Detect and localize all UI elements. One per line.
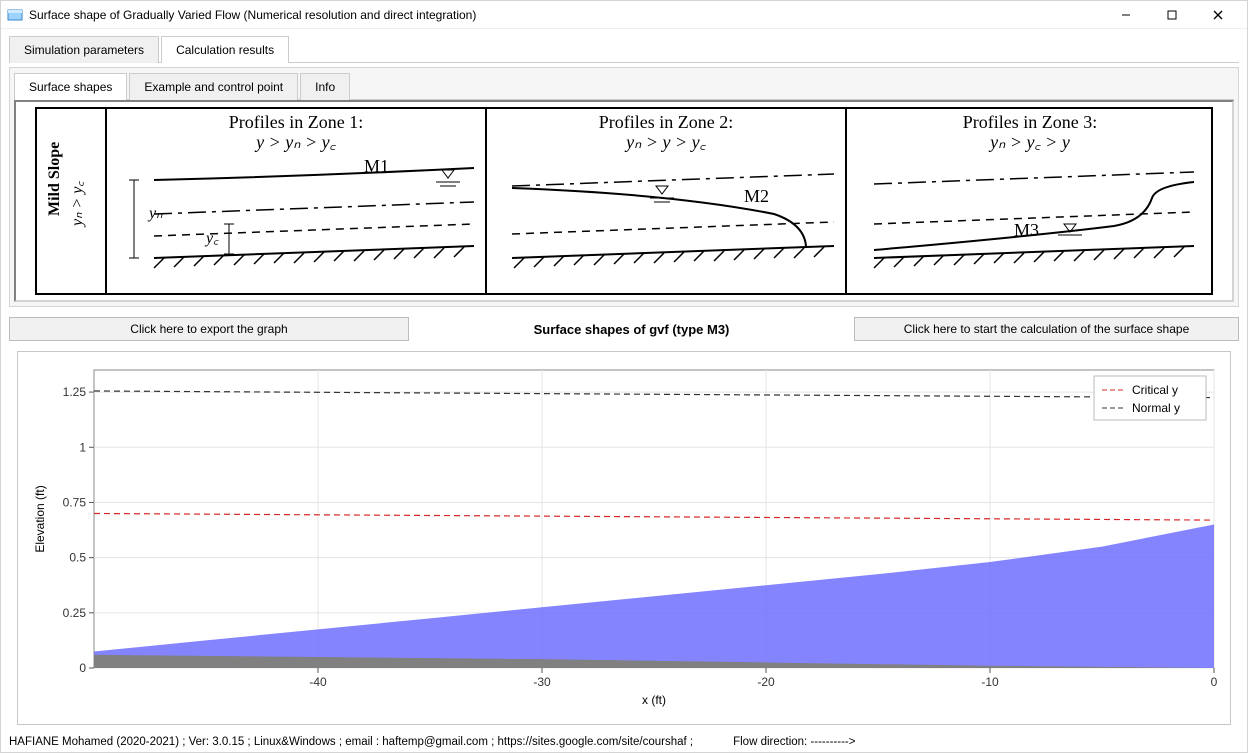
titlebar: Surface shape of Gradually Varied Flow (…: [1, 1, 1247, 29]
minimize-button[interactable]: [1103, 1, 1149, 29]
svg-text:Normal y: Normal y: [1132, 401, 1180, 415]
svg-text:0.5: 0.5: [69, 551, 86, 565]
tab-label: Calculation results: [176, 43, 274, 57]
svg-text:0: 0: [79, 661, 86, 675]
export-graph-button[interactable]: Click here to export the graph: [9, 317, 409, 341]
svg-text:0.25: 0.25: [63, 606, 87, 620]
z3-title: Profiles in Zone 3:: [963, 112, 1097, 132]
svg-text:0.75: 0.75: [63, 495, 87, 509]
svg-text:-20: -20: [757, 675, 775, 689]
button-label: Click here to export the graph: [130, 322, 287, 336]
credits-text: HAFIANE Mohamed (2020-2021) ; Ver: 3.0.1…: [9, 736, 693, 748]
svg-text:-10: -10: [981, 675, 999, 689]
m1-label: M1: [364, 156, 389, 176]
inner-tab-area: Surface shapes Example and control point…: [9, 67, 1239, 307]
m3-label: M3: [1014, 220, 1039, 240]
flow-direction-text: Flow direction: ---------->: [733, 736, 855, 748]
tab-label: Info: [315, 80, 335, 94]
window: Surface shape of Gradually Varied Flow (…: [0, 0, 1248, 753]
yn-label: yₙ: [147, 205, 163, 222]
status-bar: HAFIANE Mohamed (2020-2021) ; Ver: 3.0.1…: [9, 736, 1239, 748]
window-title: Surface shape of Gradually Varied Flow (…: [29, 8, 1103, 22]
chart-svg[interactable]: 0 0.25 0.5 0.75 1 1.25 -40 -30 -20 -10 0 x (ft) Elev…: [24, 358, 1224, 718]
z2-cond: yₙ > y > y꜀: [624, 132, 706, 152]
app-icon: [7, 7, 23, 23]
svg-text:-40: -40: [309, 675, 327, 689]
innertab-info[interactable]: Info: [300, 73, 350, 100]
z1-cond: y > yₙ > y꜀: [254, 132, 336, 152]
reference-diagram-box: Mild Slope yₙ > y꜀ Profiles in Zone 1: y…: [14, 100, 1234, 302]
tab-calculation-results[interactable]: Calculation results: [161, 36, 289, 63]
tab-label: Example and control point: [144, 80, 283, 94]
innertab-example-control-point[interactable]: Example and control point: [129, 73, 298, 100]
maximize-button[interactable]: [1149, 1, 1195, 29]
innertab-surface-shapes[interactable]: Surface shapes: [14, 73, 127, 100]
reference-diagram-svg: Mild Slope yₙ > y꜀ Profiles in Zone 1: y…: [20, 106, 1228, 296]
tab-label: Simulation parameters: [24, 43, 144, 57]
svg-text:0: 0: [1211, 675, 1218, 689]
z1-title: Profiles in Zone 1:: [229, 112, 363, 132]
svg-text:Elevation (ft): Elevation (ft): [33, 485, 47, 552]
svg-text:1: 1: [79, 440, 86, 454]
tab-label: Surface shapes: [29, 80, 112, 94]
inner-tabbar: Surface shapes Example and control point…: [14, 72, 1234, 100]
tab-simulation-parameters[interactable]: Simulation parameters: [9, 36, 159, 63]
svg-text:Critical y: Critical y: [1132, 383, 1178, 397]
middle-row: Click here to export the graph Surface s…: [9, 317, 1239, 341]
content: Simulation parameters Calculation result…: [1, 29, 1247, 725]
close-button[interactable]: [1195, 1, 1241, 29]
z2-title: Profiles in Zone 2:: [599, 112, 733, 132]
outer-tabbar: Simulation parameters Calculation result…: [9, 35, 1239, 63]
svg-text:x (ft): x (ft): [642, 693, 666, 707]
chart-area: 0 0.25 0.5 0.75 1 1.25 -40 -30 -20 -10 0 x (ft) Elev…: [17, 351, 1231, 725]
window-buttons: [1103, 1, 1241, 29]
surface-shape-type-label: Surface shapes of gvf (type M3): [419, 317, 844, 341]
z3-cond: yₙ > y꜀ > y: [988, 132, 1070, 152]
svg-text:1.25: 1.25: [63, 385, 87, 399]
start-calculation-button[interactable]: Click here to start the calculation of t…: [854, 317, 1239, 341]
diagram-mild-slope-label: Mild Slope: [46, 142, 63, 216]
button-label: Click here to start the calculation of t…: [904, 322, 1190, 336]
svg-text:-30: -30: [533, 675, 551, 689]
m2-label: M2: [744, 186, 769, 206]
yc-label: y꜀: [204, 230, 219, 247]
diagram-left-condition: yₙ > y꜀: [69, 181, 86, 228]
